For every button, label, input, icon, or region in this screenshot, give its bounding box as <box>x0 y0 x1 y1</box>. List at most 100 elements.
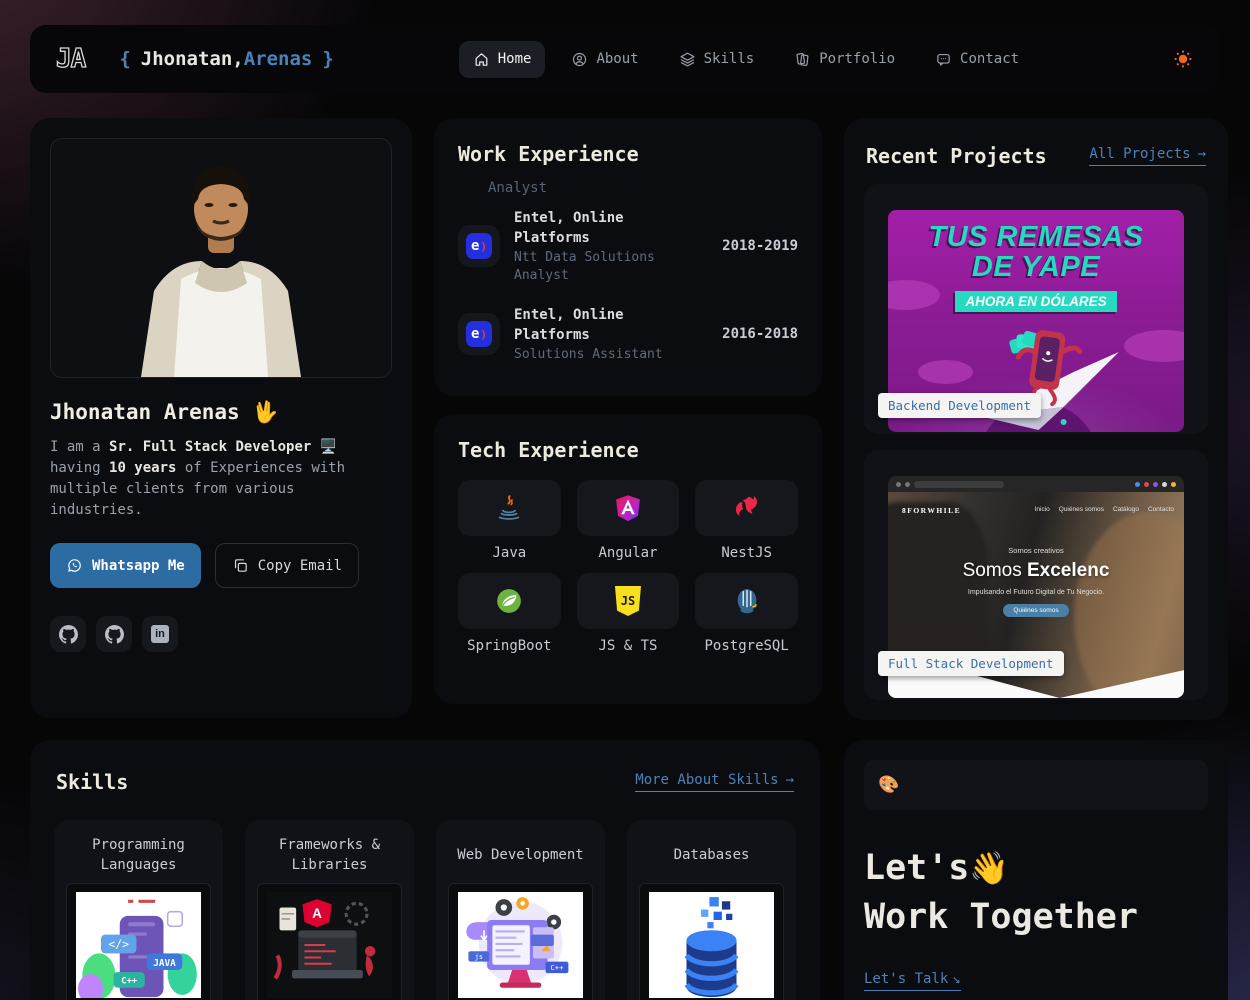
cta-heading: Let's👋 Work Together <box>864 844 1208 942</box>
logo[interactable]: JA <box>56 44 85 74</box>
browser-url-bar <box>914 481 1004 488</box>
profile-photo <box>50 138 392 378</box>
site-button: Quiénes somos <box>1003 604 1068 617</box>
github-link-1[interactable] <box>50 616 86 652</box>
javascript-icon <box>615 586 641 616</box>
person-portrait <box>96 149 346 377</box>
more-about-skills-link[interactable]: More About Skills <box>635 772 794 792</box>
postgresql-icon <box>732 586 762 616</box>
svg-text:C++: C++ <box>121 977 138 987</box>
nav-label: About <box>596 51 638 67</box>
recent-projects-card: Recent Projects All Projects TUS REMESAS… <box>844 118 1228 720</box>
copy-icon <box>232 557 249 574</box>
contact-buttons: Whatsapp Me Copy Email <box>50 543 392 588</box>
linkedin-icon <box>151 625 169 643</box>
work-entry[interactable]: Entel, Online Platforms Solutions Assist… <box>458 305 798 364</box>
all-projects-link[interactable]: All Projects <box>1089 146 1206 166</box>
social-links <box>50 616 392 652</box>
skills-card: Skills More About Skills Programming Lan… <box>30 740 820 1000</box>
skill-card-programming-languages[interactable]: Programming Languages <box>54 820 223 1000</box>
project-tile-forwhile[interactable]: 8FORWHILE Inicio Quiénes somos Catálogo … <box>864 450 1208 700</box>
angular-icon <box>613 493 643 523</box>
tech-item-javascript[interactable]: JS & TS <box>577 573 680 654</box>
lets-talk-link[interactable]: Let's Talk <box>864 971 961 991</box>
springboot-icon <box>494 586 524 616</box>
work-company: Entel, Online Platforms <box>514 305 692 346</box>
svg-text:A: A <box>312 906 322 921</box>
user-circle-icon <box>571 51 588 68</box>
skill-grid: Programming Languages <box>54 820 796 1000</box>
nav-item-contact[interactable]: Contact <box>921 41 1033 78</box>
work-entry[interactable]: Entel, Online Platforms Ntt Data Solutio… <box>458 208 798 285</box>
skill-card-frameworks-libraries[interactable]: Frameworks & Libraries A <box>245 820 414 1000</box>
brand-first-name: Jhonatan, <box>141 48 244 70</box>
frameworks-libraries-illustration: A <box>267 892 392 998</box>
work-group-label: Analyst <box>488 180 798 196</box>
work-role: Ntt Data Solutions Analyst <box>514 249 692 285</box>
linkedin-link[interactable] <box>142 616 178 652</box>
skills-title: Skills <box>56 770 128 794</box>
github-link-2[interactable] <box>96 616 132 652</box>
project-tile-yape[interactable]: TUS REMESAS DE YAPE AHORA EN DÓLARES <box>864 184 1208 434</box>
tech-item-springboot[interactable]: SpringBoot <box>458 573 561 654</box>
desktop-emoji: 🖥️ <box>311 439 337 455</box>
svg-text:js: js <box>475 953 483 961</box>
skill-card-databases[interactable]: Databases <box>627 820 796 1000</box>
nav-item-skills[interactable]: Skills <box>665 41 769 78</box>
databases-illustration <box>649 892 774 998</box>
theme-toggle-button[interactable] <box>1172 48 1194 70</box>
site-nav: Inicio Quiénes somos Catálogo Contacto <box>1035 506 1174 513</box>
yape-ribbon: AHORA EN DÓLARES <box>955 291 1116 312</box>
site-title: Somos Excelenc <box>888 560 1184 582</box>
profile-name: Jhonatan Arenas 🖖 <box>50 400 392 425</box>
nav-item-about[interactable]: About <box>557 41 652 78</box>
yape-title-line2: DE YAPE <box>888 252 1184 282</box>
brand-open-brace: { <box>119 48 130 70</box>
chat-icon <box>935 51 952 68</box>
site-subtitle: Impulsando el Futuro Digital de Tu Negoc… <box>888 589 1184 596</box>
svg-text:JAVA: JAVA <box>153 958 176 969</box>
nav-label: Home <box>498 51 532 67</box>
brand-close-brace: } <box>322 48 333 70</box>
whatsapp-icon <box>66 557 83 574</box>
main-nav: Home About Skills Portfolio Contact <box>459 41 1033 78</box>
programming-languages-illustration: </> JAVA C++ <box>76 892 201 998</box>
nav-item-home[interactable]: Home <box>459 41 546 78</box>
tech-item-nestjs[interactable]: NestJS <box>695 480 798 561</box>
yape-title-line1: TUS REMESAS <box>888 210 1184 252</box>
portfolio-page: JA {Jhonatan,Arenas} Home About Skills P… <box>0 0 1250 1000</box>
tech-item-postgresql[interactable]: PostgreSQL <box>695 573 798 654</box>
home-icon <box>473 51 490 68</box>
tech-item-java[interactable]: Java <box>458 480 561 561</box>
tech-experience-card: Tech Experience Java Angular NestJS <box>434 414 822 704</box>
svg-text:C++: C++ <box>550 963 564 972</box>
layers-icon <box>679 51 696 68</box>
java-icon <box>494 493 524 523</box>
project-badge: Backend Development <box>878 393 1041 418</box>
whatsapp-button[interactable]: Whatsapp Me <box>50 543 201 588</box>
nestjs-icon <box>732 493 762 523</box>
wave-emoji: 👋 <box>969 849 1009 887</box>
nav-item-portfolio[interactable]: Portfolio <box>780 41 909 78</box>
entel-icon <box>466 321 492 347</box>
sun-icon <box>1172 48 1194 70</box>
work-company: Entel, Online Platforms <box>514 208 692 249</box>
nav-label: Portfolio <box>819 51 895 67</box>
work-role: Solutions Assistant <box>514 346 692 364</box>
navbar: JA {Jhonatan,Arenas} Home About Skills P… <box>30 25 1220 93</box>
entel-icon <box>466 233 492 259</box>
browser-chrome-bar <box>888 476 1184 492</box>
nav-label: Skills <box>704 51 755 67</box>
copy-email-button-label: Copy Email <box>258 558 342 574</box>
cta-banner: 🎨 <box>864 760 1208 810</box>
work-experience-title: Work Experience <box>458 142 798 166</box>
copy-email-button[interactable]: Copy Email <box>215 543 359 588</box>
work-period: 2016-2018 <box>722 326 798 342</box>
skill-card-web-development[interactable]: Web Development <box>436 820 605 1000</box>
profile-card: Jhonatan Arenas 🖖 I am a Sr. Full Stack … <box>30 118 412 718</box>
github-icon <box>59 625 78 644</box>
tech-item-angular[interactable]: Angular <box>577 480 680 561</box>
profile-intro: I am a Sr. Full Stack Developer 🖥️ havin… <box>50 437 392 521</box>
brand-title: {Jhonatan,Arenas} <box>119 48 334 70</box>
site-tagline: Somos creativos <box>888 546 1184 555</box>
